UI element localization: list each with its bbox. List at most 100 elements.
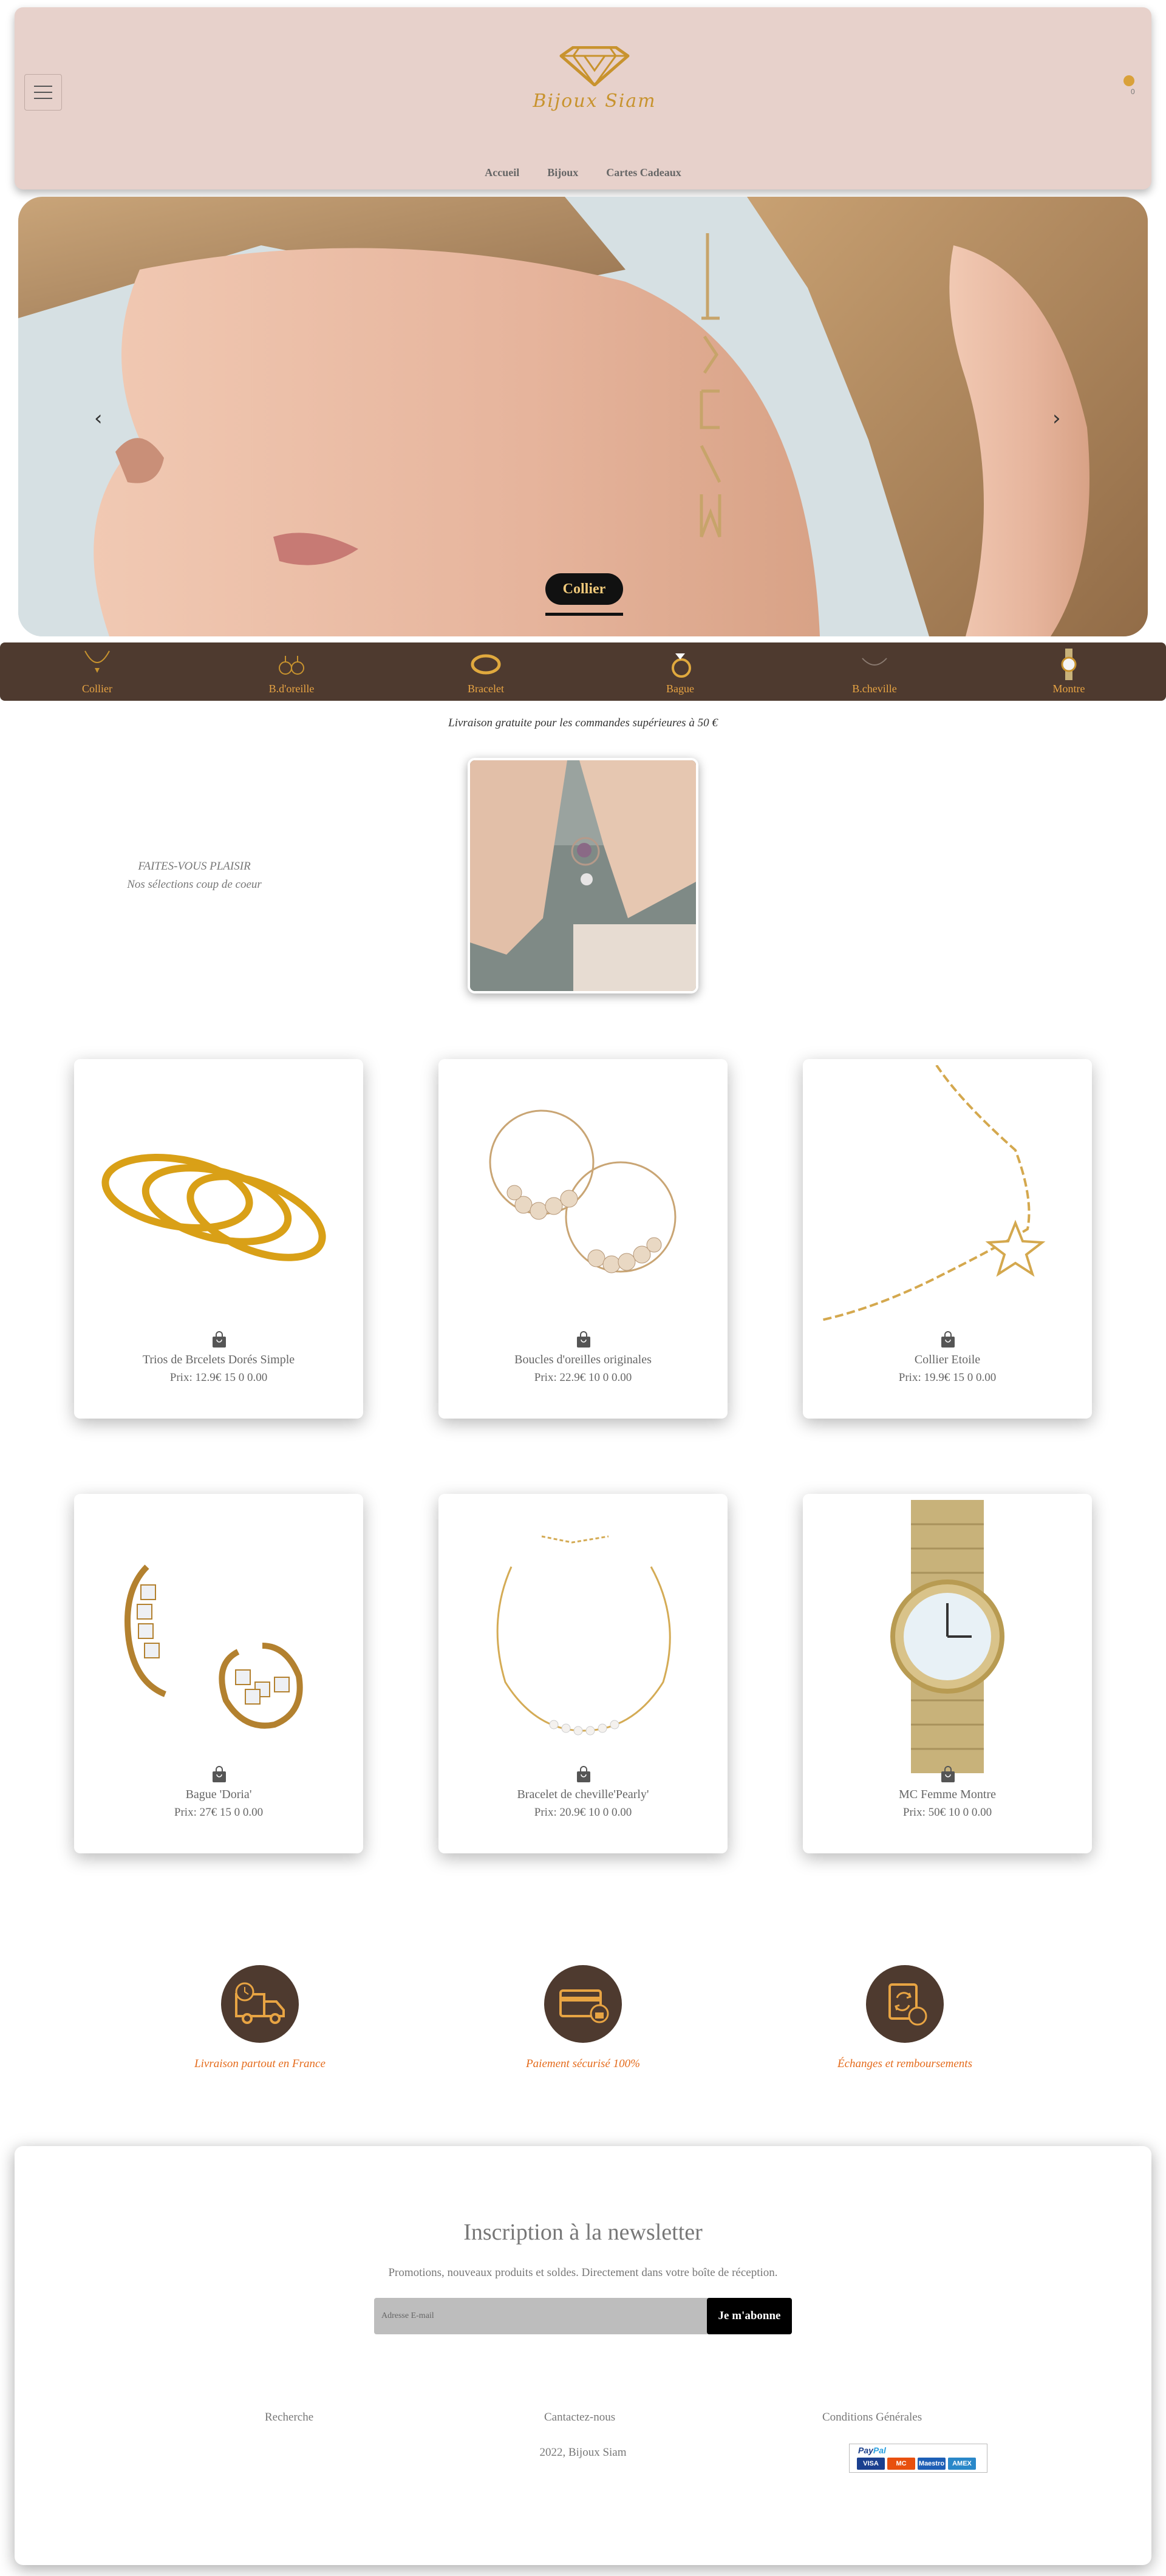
product-image	[496, 1535, 671, 1736]
hamburger-menu-button[interactable]	[24, 74, 62, 111]
chevron-right-icon[interactable]: ›	[1052, 406, 1061, 431]
amex-icon: AMEX	[948, 2458, 976, 2470]
main-nav: Accueil Bijoux Cartes Cadeaux	[15, 166, 1151, 179]
product-card[interactable]: Bague 'Doria' Prix: 27€ 15 0 0.00	[74, 1494, 363, 1853]
shopping-bag-icon[interactable]	[576, 1331, 592, 1348]
shopping-bag-icon[interactable]	[940, 1766, 956, 1783]
category-montre[interactable]: Montre	[1020, 647, 1117, 695]
site-header: Bijoux Siam 0 Accueil Bijoux Cartes Cade…	[15, 7, 1151, 189]
menu-icon-bar	[34, 92, 52, 93]
maestro-icon: Maestro	[918, 2458, 946, 2470]
product-name[interactable]: MC Femme Montre	[803, 1788, 1092, 1802]
product-image	[124, 1564, 303, 1729]
card-logos: VISA MC Maestro AMEX	[857, 2458, 976, 2470]
ring-icon	[672, 653, 691, 678]
necklace-icon	[84, 650, 110, 673]
category-label: B.cheville	[852, 683, 897, 695]
watch-icon	[1061, 649, 1077, 680]
bracelet-icon	[471, 654, 501, 675]
cart-count: 0	[1131, 87, 1135, 96]
shopping-bag-icon[interactable]	[211, 1766, 227, 1783]
product-card[interactable]: Boucles d'oreilles originales Prix: 22.9…	[438, 1059, 728, 1419]
product-price: Prix: 27€ 15 0 0.00	[174, 1806, 264, 1819]
shopping-bag-icon[interactable]	[940, 1331, 956, 1348]
service-label: Paiement sécurisé 100%	[526, 2057, 640, 2070]
secure-card-icon	[544, 1965, 622, 2043]
product-name[interactable]: Trios de Brcelets Dorés Simple	[74, 1353, 363, 1367]
category-bar: Collier B.d'oreille Bracelet Bague B.che…	[0, 642, 1166, 701]
category-collier[interactable]: Collier	[49, 647, 146, 695]
feature-title: FAITES-VOUS PLAISIR	[138, 860, 251, 873]
product-name[interactable]: Bague 'Doria'	[74, 1788, 363, 1802]
service-label: Livraison partout en France	[194, 2057, 326, 2070]
earrings-icon	[279, 656, 304, 675]
newsletter-subtitle: Promotions, nouveaux produits et soldes.…	[388, 2266, 778, 2279]
product-name[interactable]: Collier Etoile	[803, 1353, 1092, 1367]
cart-button[interactable]: 0	[1123, 75, 1142, 100]
nav-link-accueil[interactable]: Accueil	[485, 166, 519, 179]
footer-link-recherche[interactable]: Recherche	[265, 2411, 313, 2424]
category-boucles-oreille[interactable]: B.d'oreille	[243, 647, 340, 695]
product-price: Prix: 22.9€ 10 0 0.00	[534, 1371, 632, 1384]
subscribe-button[interactable]: Je m'abonne	[707, 2298, 792, 2334]
product-card[interactable]: Trios de Brcelets Dorés Simple Prix: 12.…	[74, 1059, 363, 1419]
mastercard-icon: MC	[887, 2458, 915, 2470]
hero-caption-button[interactable]: Collier	[545, 573, 623, 605]
payment-methods: PayPal VISA MC Maestro AMEX	[849, 2444, 987, 2473]
earring-photo	[470, 760, 696, 991]
product-image	[101, 1153, 326, 1261]
footer: Inscription à la newsletter Promotions, …	[15, 2146, 1151, 2565]
exchange-icon	[866, 1965, 944, 2043]
site-logo[interactable]: Bijoux Siam	[531, 46, 658, 112]
product-name[interactable]: Boucles d'oreilles originales	[438, 1353, 728, 1367]
footer-link-contact[interactable]: Cantactez-nous	[544, 2411, 615, 2424]
category-label: Collier	[82, 683, 112, 695]
service-exchange: Échanges et remboursements	[777, 1965, 1032, 2071]
newsletter-title: Inscription à la newsletter	[463, 2220, 703, 2245]
logo-text: Bijoux Siam	[533, 90, 656, 112]
chevron-left-icon[interactable]: ‹	[94, 406, 103, 431]
category-label: Montre	[1052, 683, 1085, 695]
category-bracelet[interactable]: Bracelet	[437, 647, 534, 695]
feature-subtitle: Nos sélections coup de coeur	[127, 878, 262, 891]
shipping-note: Livraison gratuite pour les commandes su…	[448, 717, 718, 729]
feature-heading: FAITES-VOUS PLAISIR Nos sélections coup …	[73, 857, 316, 894]
category-bague[interactable]: Bague	[632, 647, 729, 695]
product-card[interactable]: Collier Etoile Prix: 19.9€ 15 0 0.00	[803, 1059, 1092, 1419]
anklet-icon	[862, 658, 887, 666]
product-price: Prix: 19.9€ 15 0 0.00	[898, 1371, 997, 1384]
product-price: Prix: 50€ 10 0 0.00	[902, 1806, 992, 1819]
product-image	[890, 1500, 1004, 1773]
newsletter-email-input[interactable]	[374, 2298, 719, 2334]
product-price: Prix: 20.9€ 10 0 0.00	[534, 1806, 632, 1819]
product-card[interactable]: MC Femme Montre Prix: 50€ 10 0 0.00	[803, 1494, 1092, 1853]
hero-image	[18, 197, 1148, 636]
visa-icon: VISA	[857, 2458, 885, 2470]
category-bracelet-cheville[interactable]: B.cheville	[826, 647, 923, 695]
product-name[interactable]: Bracelet de cheville'Pearly'	[438, 1788, 728, 1802]
shopping-bag-icon[interactable]	[211, 1331, 227, 1348]
product-price: Prix: 12.9€ 15 0 0.00	[169, 1371, 268, 1384]
paypal-logo: PayPal	[858, 2445, 886, 2455]
product-image	[820, 1065, 1046, 1321]
service-label: Échanges et remboursements	[837, 2057, 972, 2070]
cart-icon	[1123, 75, 1134, 86]
truck-icon	[221, 1965, 299, 2043]
service-payment: Paiement sécurisé 100%	[455, 1965, 711, 2071]
product-card[interactable]: Bracelet de cheville'Pearly' Prix: 20.9€…	[438, 1494, 728, 1853]
diamond-logo-icon	[559, 46, 630, 87]
category-label: Bague	[666, 683, 694, 695]
hero-slider[interactable]: ‹ › Collier	[18, 197, 1148, 636]
footer-link-conditions[interactable]: Conditions Générales	[822, 2411, 922, 2424]
hero-slide-indicator	[545, 613, 623, 616]
menu-icon-bar	[34, 98, 52, 99]
nav-link-cartes-cadeaux[interactable]: Cartes Cadeaux	[606, 166, 681, 179]
product-image	[489, 1109, 677, 1273]
nav-link-bijoux[interactable]: Bijoux	[547, 166, 578, 179]
menu-icon-bar	[34, 86, 52, 87]
service-delivery: Livraison partout en France	[132, 1965, 387, 2071]
feature-image[interactable]	[468, 758, 698, 993]
category-label: Bracelet	[468, 683, 504, 695]
shopping-bag-icon[interactable]	[576, 1766, 592, 1783]
category-label: B.d'oreille	[268, 683, 315, 695]
